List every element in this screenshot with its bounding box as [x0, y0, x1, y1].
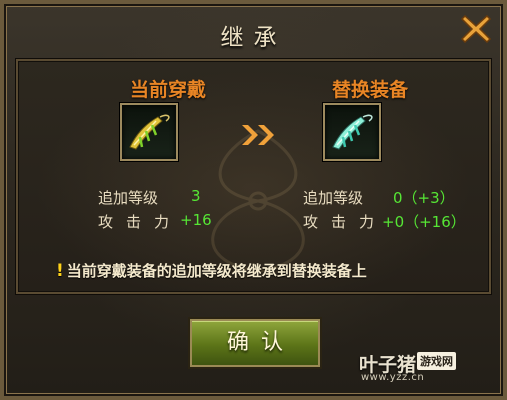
dialog-title: 继承: [220, 25, 287, 51]
stat-label: 追加等级: [303, 189, 364, 207]
comparison-panel: 当前穿戴 替换装备 追加等级 3 攻击力 +16 追加等级 0（+3） 攻击力 …: [16, 59, 491, 294]
current-stat-row: 攻击力 +16: [98, 211, 212, 231]
teal-bow-icon: [332, 114, 373, 150]
inherit-dialog: 继承 当前穿戴 替换装备 追加等级 3 攻击力 +16 追加等级 0（+3） 攻…: [0, 0, 507, 400]
inherit-notice: ! 当前穿戴装备的追加等级将继承到替换装备上: [56, 260, 476, 281]
replacement-item-slot[interactable]: [323, 103, 381, 161]
replacement-stat-row: 攻击力 +0（+16）: [303, 211, 466, 231]
watermark-url: www.yzz.cn: [361, 372, 425, 383]
replacement-equipment-heading: 替换装备: [331, 79, 408, 101]
current-equipped-heading: 当前穿戴: [129, 79, 206, 101]
replacement-stat-row: 追加等级 0（+3）: [303, 187, 455, 207]
watermark-tag: 游戏网: [417, 352, 456, 370]
watermark: 叶子猪 游戏网 www.yzz.cn: [359, 350, 489, 386]
close-x-icon[interactable]: [459, 12, 493, 46]
stat-label: 追加等级: [98, 189, 159, 207]
current-item-slot[interactable]: [120, 103, 178, 161]
stat-value: +16: [180, 211, 212, 229]
stat-label: 攻击力: [303, 213, 388, 231]
double-chevron-right-icon: [242, 125, 274, 145]
stat-value: 3: [191, 187, 201, 205]
gold-bow-icon: [129, 114, 170, 150]
confirm-button[interactable]: 确认: [190, 319, 320, 367]
stat-value: +0（+16）: [382, 213, 466, 231]
stat-value: 0（+3）: [393, 189, 455, 207]
current-stat-row: 追加等级 3: [98, 187, 201, 207]
exclamation-icon: !: [56, 261, 64, 281]
stat-label: 攻击力: [98, 213, 183, 231]
notice-text: 当前穿戴装备的追加等级将继承到替换装备上: [66, 262, 367, 280]
